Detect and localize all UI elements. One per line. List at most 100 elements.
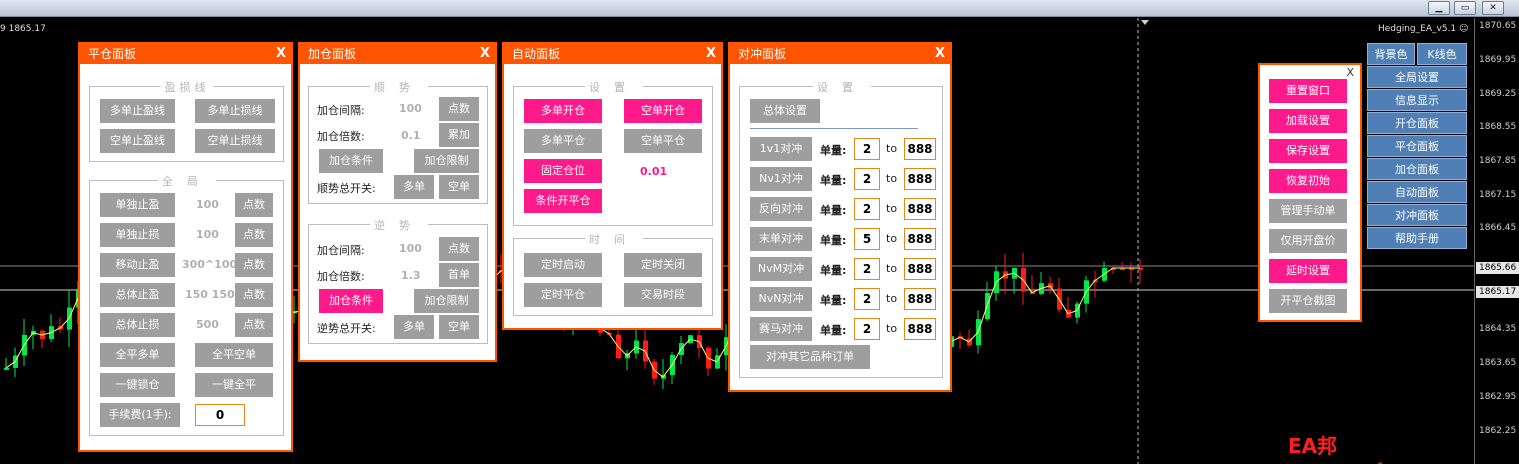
hedge-other-symbols-button[interactable]: 对冲其它品种订单 <box>750 345 870 369</box>
hedge-type-button[interactable]: Nv1对冲 <box>750 167 812 191</box>
open-price-only-button[interactable]: 仅用开盘价 <box>1269 229 1347 253</box>
overall-settings-button[interactable]: 总体设置 <box>750 99 820 123</box>
timer-start-button[interactable]: 定时启动 <box>524 253 602 277</box>
sell-sl-line-button[interactable]: 空单止损线 <box>195 129 275 153</box>
timer-stop-button[interactable]: 定时关闭 <box>624 253 702 277</box>
menu-open-panel[interactable]: 开仓面板 <box>1367 112 1467 134</box>
add-limit-button[interactable]: 加仓限制 <box>414 149 479 173</box>
trailing-tp-unit-button[interactable]: 点数 <box>235 253 273 277</box>
r-add-limit-button[interactable]: 加仓限制 <box>414 289 479 313</box>
close-icon[interactable]: X <box>935 44 945 64</box>
lot-to-input[interactable]: 888 <box>904 288 936 310</box>
panel-header[interactable]: 对冲面板 X <box>730 44 950 64</box>
lot-to-input[interactable]: 888 <box>904 198 936 220</box>
multiplier-value[interactable]: 0.1 <box>401 129 421 142</box>
open-close-screenshot-button[interactable]: 开平仓截图 <box>1269 289 1347 313</box>
total-sl-button[interactable]: 总体止损 <box>100 313 175 337</box>
save-settings-button[interactable]: 保存设置 <box>1269 139 1347 163</box>
panel-header[interactable]: 平仓面板 X <box>80 44 291 64</box>
lot-from-input[interactable]: 2 <box>854 168 880 190</box>
lot-from-input[interactable]: 2 <box>854 258 880 280</box>
r-interval-unit-button[interactable]: 点数 <box>439 237 479 261</box>
single-sl-value[interactable]: 100 <box>196 228 219 241</box>
single-tp-unit-button[interactable]: 点数 <box>235 193 273 217</box>
close-icon[interactable]: X <box>706 44 716 64</box>
candle-color-button[interactable]: K线色 <box>1417 43 1467 65</box>
single-tp-value[interactable]: 100 <box>196 198 219 211</box>
lot-from-input[interactable]: 2 <box>854 138 880 160</box>
lot-to-input[interactable]: 888 <box>904 138 936 160</box>
first-order-button[interactable]: 首单 <box>439 263 479 287</box>
lot-from-input[interactable]: 2 <box>854 198 880 220</box>
menu-close-panel[interactable]: 平仓面板 <box>1367 135 1467 157</box>
interval-value[interactable]: 100 <box>399 102 422 115</box>
panel-header[interactable]: 加仓面板 X <box>300 44 495 64</box>
close-all-buy-button[interactable]: 全平多单 <box>100 343 175 367</box>
trailing-tp-value[interactable]: 300^100 <box>182 258 237 271</box>
lot-to-input[interactable]: 888 <box>904 258 936 280</box>
menu-help-manual[interactable]: 帮助手册 <box>1367 227 1467 249</box>
restore-button[interactable]: ▭ <box>1454 1 1476 15</box>
counter-sell-button[interactable]: 空单 <box>439 315 479 339</box>
buy-close-button[interactable]: 多单平仓 <box>524 129 602 153</box>
close-icon[interactable]: X <box>1346 66 1354 79</box>
sell-open-button[interactable]: 空单开仓 <box>624 99 702 123</box>
close-all-sell-button[interactable]: 全平空单 <box>195 343 273 367</box>
buy-tp-line-button[interactable]: 多单止盈线 <box>100 99 175 123</box>
total-tp-value[interactable]: 150 150 <box>185 288 235 301</box>
single-sl-unit-button[interactable]: 点数 <box>235 223 273 247</box>
lot-from-input[interactable]: 2 <box>854 318 880 340</box>
background-color-button[interactable]: 背景色 <box>1367 43 1415 65</box>
total-sl-value[interactable]: 500 <box>196 318 219 331</box>
hedge-type-button[interactable]: NvM对冲 <box>750 257 812 281</box>
trend-sell-button[interactable]: 空单 <box>439 175 479 199</box>
lot-to-input[interactable]: 888 <box>904 318 936 340</box>
menu-info-display[interactable]: 信息显示 <box>1367 89 1467 111</box>
trade-period-button[interactable]: 交易时段 <box>624 283 702 307</box>
add-condition-button[interactable]: 加仓条件 <box>319 149 383 173</box>
trend-buy-button[interactable]: 多单 <box>394 175 434 199</box>
manage-manual-orders-button[interactable]: 管理手动单 <box>1269 199 1347 223</box>
close-icon[interactable]: X <box>276 44 286 64</box>
lot-to-input[interactable]: 888 <box>904 228 936 250</box>
reset-window-button[interactable]: 重置窗口 <box>1269 79 1347 103</box>
fixed-lot-value[interactable]: 0.01 <box>640 165 667 178</box>
close-window-button[interactable]: ✕ <box>1482 1 1504 15</box>
total-sl-unit-button[interactable]: 点数 <box>235 313 273 337</box>
hedge-type-button[interactable]: 赛马对冲 <box>750 317 812 341</box>
sell-tp-line-button[interactable]: 空单止盈线 <box>100 129 175 153</box>
hedge-type-button[interactable]: 末单对冲 <box>750 227 812 251</box>
condition-open-close-button[interactable]: 条件开平仓 <box>524 189 602 213</box>
r-interval-value[interactable]: 100 <box>399 242 422 255</box>
load-settings-button[interactable]: 加载设置 <box>1269 109 1347 133</box>
trailing-tp-button[interactable]: 移动止盈 <box>100 253 175 277</box>
lot-from-input[interactable]: 2 <box>854 288 880 310</box>
one-click-lock-button[interactable]: 一键锁仓 <box>100 373 175 397</box>
menu-add-panel[interactable]: 加仓面板 <box>1367 158 1467 180</box>
r-add-condition-button[interactable]: 加仓条件 <box>319 289 383 313</box>
total-tp-unit-button[interactable]: 点数 <box>235 283 273 307</box>
close-icon[interactable]: X <box>480 44 490 64</box>
lot-from-input[interactable]: 5 <box>854 228 880 250</box>
buy-open-button[interactable]: 多单开仓 <box>524 99 602 123</box>
hedge-type-button[interactable]: 反向对冲 <box>750 197 812 221</box>
accumulate-button[interactable]: 累加 <box>439 123 479 147</box>
hedge-type-button[interactable]: NvN对冲 <box>750 287 812 311</box>
fixed-lot-button[interactable]: 固定仓位 <box>524 159 602 183</box>
delay-settings-button[interactable]: 延时设置 <box>1269 259 1347 283</box>
hedge-type-button[interactable]: 1v1对冲 <box>750 137 812 161</box>
counter-buy-button[interactable]: 多单 <box>394 315 434 339</box>
fee-input[interactable]: 0 <box>195 404 245 426</box>
single-sl-button[interactable]: 单独止损 <box>100 223 175 247</box>
buy-sl-line-button[interactable]: 多单止损线 <box>195 99 275 123</box>
r-multiplier-value[interactable]: 1.3 <box>401 269 421 282</box>
menu-global-settings[interactable]: 全局设置 <box>1367 66 1467 88</box>
lot-to-input[interactable]: 888 <box>904 168 936 190</box>
menu-auto-panel[interactable]: 自动面板 <box>1367 181 1467 203</box>
sell-close-button[interactable]: 空单平仓 <box>624 129 702 153</box>
single-tp-button[interactable]: 单独止盈 <box>100 193 175 217</box>
restore-defaults-button[interactable]: 恢复初始 <box>1269 169 1347 193</box>
minimize-button[interactable]: ▁ <box>1428 1 1450 15</box>
menu-hedge-panel[interactable]: 对冲面板 <box>1367 204 1467 226</box>
total-tp-button[interactable]: 总体止盈 <box>100 283 175 307</box>
